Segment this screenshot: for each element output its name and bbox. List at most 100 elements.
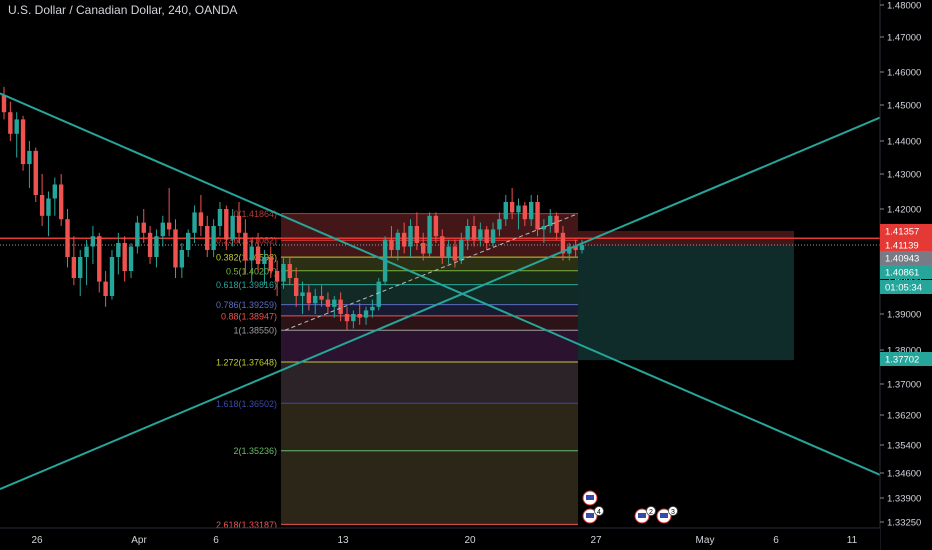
candle-body <box>230 215 235 240</box>
fib-zone <box>281 361 578 404</box>
candle-body <box>421 243 426 254</box>
candle-body <box>554 215 559 233</box>
fib-zone <box>281 403 578 451</box>
candle-body <box>357 314 362 318</box>
price-tick-label: 1.46000 <box>887 68 921 79</box>
candle-body <box>116 243 121 257</box>
candle-body <box>300 292 305 296</box>
candle-body <box>268 257 273 271</box>
candle-body <box>1 95 7 113</box>
candle-body <box>97 236 102 282</box>
candle-body <box>363 310 369 318</box>
candle-body <box>459 239 464 261</box>
candle-body <box>452 246 458 261</box>
price-tick-label: 1.35400 <box>887 441 921 452</box>
fib-zone <box>281 315 578 331</box>
time-tick-label: Apr <box>131 535 147 546</box>
candle-body <box>325 299 331 307</box>
price-tick-label: 1.34600 <box>887 469 921 480</box>
candle-body <box>192 212 197 233</box>
price-tick-label: 1.33900 <box>887 494 921 505</box>
candle-body <box>173 229 178 268</box>
time-tick-label: 13 <box>337 535 349 546</box>
us-flag-icon <box>660 513 668 518</box>
price-tick-label: 1.42000 <box>887 205 921 216</box>
candle-body <box>306 292 312 304</box>
candle-body <box>344 314 350 322</box>
price-tick-label: 1.33250 <box>887 518 921 529</box>
candle-body <box>528 202 534 220</box>
price-level-tag-label: 1.37702 <box>885 355 919 366</box>
chart-window: U.S. Dollar / Canadian Dollar, 240, OAND… <box>0 0 932 550</box>
candle-body <box>205 226 210 250</box>
event-count-label: 4 <box>597 509 601 516</box>
candle-body <box>351 314 356 322</box>
time-tick-label: 26 <box>31 535 43 546</box>
time-tick-label: 27 <box>590 535 602 546</box>
candle-body <box>78 257 83 278</box>
candle-body <box>274 271 280 282</box>
candle-body <box>141 222 146 233</box>
candle-body <box>20 119 26 165</box>
fib-level-label: 1.618(1.36502) <box>216 399 277 409</box>
price-level-tag-label: 1.41357 <box>885 227 919 238</box>
candle-body <box>281 264 286 282</box>
price-level-tag-label: 1.40943 <box>885 254 919 265</box>
candle-body <box>370 306 375 311</box>
target-zone <box>578 244 794 361</box>
candle-body <box>122 243 127 271</box>
candle-body <box>185 232 191 250</box>
candle-body <box>224 209 229 240</box>
fib-zone <box>281 284 578 305</box>
candle-body <box>338 299 343 314</box>
candle-body <box>440 236 445 257</box>
candle-body <box>548 215 553 226</box>
price-chart[interactable]: 0(1.41864)0.236(1.41082)0.382(1.40598)0.… <box>0 0 932 550</box>
event-flag[interactable] <box>582 490 598 506</box>
candle-body <box>8 112 13 134</box>
candle-body <box>522 205 528 220</box>
fib-level-label: 0.786(1.39259) <box>216 300 277 310</box>
candle-body <box>376 281 381 307</box>
candle-body <box>262 257 267 264</box>
candle-body <box>579 245 585 250</box>
time-tick-label: 6 <box>213 535 219 546</box>
candle-body <box>135 222 140 247</box>
candle-body <box>490 229 496 243</box>
us-flag-icon <box>586 513 594 518</box>
fib-level-label: 1.272(1.37648) <box>216 357 277 367</box>
candle-body <box>128 246 134 271</box>
time-tick-label: 6 <box>773 535 779 546</box>
candle-body <box>497 219 502 230</box>
candle-body <box>446 246 451 257</box>
candle-body <box>71 257 77 278</box>
price-tick-label: 1.39000 <box>887 310 921 321</box>
candle-body <box>198 212 204 226</box>
candle-body <box>58 184 64 220</box>
candle-body <box>84 246 89 257</box>
price-level-tag: 1.40943 <box>880 251 932 265</box>
candle-body <box>503 202 508 220</box>
candle-body <box>236 215 242 233</box>
fib-level-label: 2(1.35236) <box>233 446 277 456</box>
fib-level-label: 1(1.38550) <box>233 326 277 336</box>
time-tick-label: May <box>696 535 715 546</box>
event-flag[interactable]: 2 <box>634 506 656 524</box>
price-level-tag: 01:05:34 <box>880 280 932 294</box>
event-flag[interactable]: 3 <box>656 506 678 524</box>
candle-body <box>14 119 19 134</box>
us-flag-icon <box>638 513 646 518</box>
candle-body <box>255 246 261 264</box>
candle-body <box>509 202 515 213</box>
candle-body <box>166 222 172 230</box>
price-level-tag: 1.40861 <box>880 265 932 279</box>
candle-body <box>211 226 216 250</box>
price-level-tag: 1.37702 <box>880 352 932 366</box>
time-tick-label: 11 <box>847 535 858 546</box>
time-tick-label: 20 <box>464 535 476 546</box>
price-tick-label: 1.48000 <box>887 1 921 12</box>
price-level-tag: 1.41139 <box>880 238 932 252</box>
event-flag[interactable]: 4 <box>582 506 604 524</box>
event-count-label: 2 <box>649 509 653 516</box>
candle-body <box>90 236 96 247</box>
